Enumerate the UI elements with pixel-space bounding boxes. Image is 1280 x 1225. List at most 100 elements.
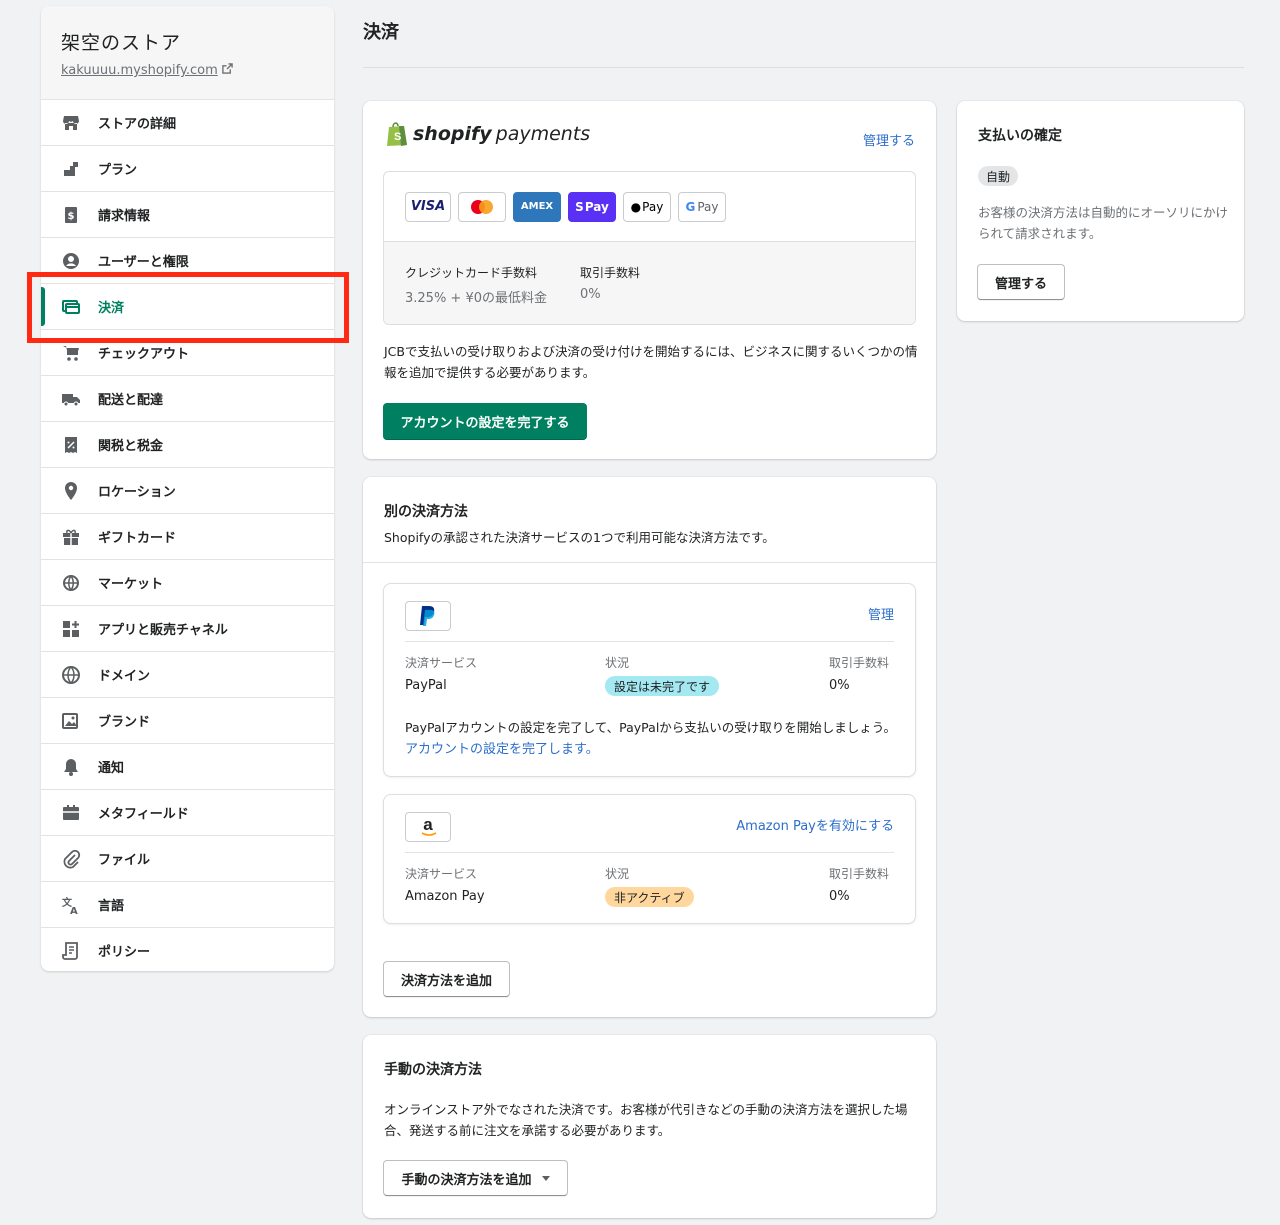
- sidebar-item-plan[interactable]: プラン: [41, 146, 334, 192]
- paypal-provider: 管理 決済サービス 状況 取引手数料 PayPal 設定は未完了です 0% Pa…: [383, 583, 916, 777]
- caret-down-icon: [541, 1175, 550, 1181]
- page-title: 決済: [363, 22, 399, 43]
- amazon-divider: [405, 852, 894, 853]
- sidebar-item-label: ポリシー: [98, 945, 151, 960]
- credit-fee-label: クレジットカード手数料: [405, 266, 538, 280]
- svg-text:$: $: [68, 211, 75, 222]
- sidebar-item-truck[interactable]: 配送と配達: [41, 376, 334, 422]
- capture-mode-badge: 自動: [978, 166, 1019, 186]
- sidebar-item-label: ストアの詳細: [98, 117, 177, 132]
- sidebar-item-payments[interactable]: 決済: [41, 284, 334, 330]
- sidebar-item-store[interactable]: ストアの詳細: [41, 100, 334, 146]
- store-url-link[interactable]: kakuuuu.myshopify.com: [61, 63, 314, 78]
- sidebar-item-bell[interactable]: 通知: [41, 744, 334, 790]
- logo-word-payments: payments: [495, 123, 591, 145]
- sidebar-item-paperclip[interactable]: ファイル: [41, 836, 334, 882]
- paypal-manage-link[interactable]: 管理: [868, 604, 894, 623]
- apple-logo-icon: ●: [630, 199, 642, 214]
- sidebar-item-label: ギフトカード: [98, 531, 177, 546]
- amazon-pay-provider: a Amazon Payを有効にする 決済サービス 状況 取引手数料 Amazo…: [383, 794, 916, 924]
- paypal-divider: [405, 641, 894, 642]
- store-url-text[interactable]: kakuuuu.myshopify.com: [61, 63, 218, 78]
- paypal-service-header: 決済サービス: [405, 656, 478, 670]
- shop-pay-symbol: S: [575, 199, 584, 214]
- alternative-payments-header: 別の決済方法 Shopifyの承認された決済サービスの1つで利用可能な決済方法で…: [363, 477, 936, 563]
- sidebar-item-label: 関税と税金: [98, 439, 164, 454]
- shopify-payments-logo: S shopify payments: [385, 121, 590, 147]
- alternative-payments-subtitle: Shopifyの承認された決済サービスの1つで利用可能な決済方法です。: [384, 530, 775, 545]
- payment-capture-description: お客様の決済方法は自動的にオーソリにかけられて請求されます。: [978, 205, 1229, 241]
- sidebar-item-label: ドメイン: [98, 669, 151, 684]
- paypal-fee-header: 取引手数料: [829, 656, 890, 670]
- sidebar-item-gift[interactable]: ギフトカード: [41, 514, 334, 560]
- cart-icon: [61, 343, 81, 363]
- mastercard-icon: [458, 191, 506, 222]
- sidebar-item-label: ユーザーと権限: [98, 255, 189, 270]
- billing-icon: $: [61, 205, 81, 225]
- gift-icon: [61, 527, 81, 547]
- sidebar-item-location[interactable]: ロケーション: [41, 468, 334, 514]
- capture-manage-button[interactable]: 管理する: [977, 264, 1065, 300]
- sidebar-item-brand[interactable]: ブランド: [41, 698, 334, 744]
- add-payment-method-button[interactable]: 決済方法を追加: [383, 961, 510, 997]
- shopify-payments-card: S shopify payments 管理する VISA AMEX S Pay ●…: [363, 101, 936, 459]
- amazon-service-name: Amazon Pay: [405, 889, 485, 904]
- store-name: 架空のストア: [61, 32, 182, 54]
- sidebar-item-user[interactable]: ユーザーと権限: [41, 238, 334, 284]
- manual-payments-title: 手動の決済方法: [384, 1062, 482, 1078]
- add-manual-payment-button[interactable]: 手動の決済方法を追加: [383, 1160, 568, 1196]
- bell-icon: [61, 757, 81, 777]
- settings-sidebar: 架空のストア kakuuuu.myshopify.com ストアの詳細プラン $ 請…: [41, 6, 334, 971]
- sidebar-item-apps[interactable]: アプリと販売チャネル: [41, 606, 334, 652]
- language-icon: 文A: [61, 895, 81, 915]
- sidebar-item-metafield[interactable]: メタフィールド: [41, 790, 334, 836]
- amazon-fee-header: 取引手数料: [829, 867, 890, 881]
- sidebar-item-domain[interactable]: ドメイン: [41, 652, 334, 698]
- svg-text:S: S: [394, 131, 401, 143]
- amazon-status-header: 状況: [605, 867, 630, 881]
- amazon-fee-value: 0%: [829, 889, 850, 904]
- sidebar-item-label: ブランド: [98, 715, 151, 730]
- google-g-icon: G: [685, 199, 696, 214]
- shop-pay-icon: S Pay: [568, 191, 616, 222]
- title-divider: [363, 67, 1244, 68]
- sidebar-item-globe[interactable]: マーケット: [41, 560, 334, 606]
- paypal-description: PayPalアカウントの設定を完了して、PayPalから支払いの受け取りを開始し…: [405, 717, 900, 760]
- paypal-status-header: 状況: [605, 656, 630, 670]
- sidebar-item-label: 請求情報: [98, 209, 151, 224]
- globe-icon: [61, 573, 81, 593]
- shopify-payments-description: JCBで支払いの受け取りおよび決済の受け付けを開始するには、ビジネスに関するいく…: [384, 344, 918, 380]
- amazon-status-badge: 非アクティブ: [605, 887, 694, 907]
- location-icon: [61, 481, 81, 501]
- sidebar-item-label: アプリと販売チャネル: [98, 623, 228, 638]
- sidebar-item-label: 配送と配達: [98, 393, 164, 408]
- sidebar-item-label: メタフィールド: [98, 807, 189, 822]
- sidebar-item-tax[interactable]: 関税と税金: [41, 422, 334, 468]
- manual-payments-card: 手動の決済方法 オンラインストア外でなされた決済です。お客様が代引きなどの手動の…: [363, 1035, 936, 1218]
- enable-amazon-pay-link[interactable]: Amazon Payを有効にする: [736, 815, 894, 834]
- paypal-status-badge: 設定は未完了です: [605, 676, 720, 696]
- google-pay-label: Pay: [697, 199, 719, 214]
- sidebar-item-policy[interactable]: ポリシー: [41, 928, 334, 971]
- store-header: 架空のストア kakuuuu.myshopify.com: [41, 6, 334, 100]
- fees-row: クレジットカード手数料 3.25% + ¥0の最低料金 取引手数料 0%: [384, 242, 915, 324]
- truck-icon: [61, 389, 81, 409]
- paypal-complete-setup-link[interactable]: アカウントの設定を完了します。: [405, 742, 599, 757]
- payment-capture-card: 支払いの確定 自動 お客様の決済方法は自動的にオーソリにかけられて請求されます。…: [957, 101, 1244, 321]
- shopify-payments-manage-link[interactable]: 管理する: [863, 130, 915, 149]
- sidebar-item-billing[interactable]: $ 請求情報: [41, 192, 334, 238]
- store-icon: [61, 113, 81, 133]
- payments-icon: [61, 297, 81, 317]
- sidebar-item-label: 決済: [98, 301, 125, 316]
- payment-methods-box: VISA AMEX S Pay ● Pay G Pay クレジットカード手数料 3.2…: [383, 171, 916, 325]
- sidebar-item-language[interactable]: 文 A 言語: [41, 882, 334, 928]
- user-icon: [61, 251, 81, 271]
- domain-icon: [61, 665, 81, 685]
- amazon-logo-icon: a: [405, 812, 451, 842]
- paypal-fee-value: 0%: [829, 678, 850, 693]
- sidebar-item-cart[interactable]: チェックアウト: [41, 330, 334, 376]
- metafield-icon: [61, 803, 81, 823]
- complete-account-setup-button[interactable]: アカウントの設定を完了する: [383, 403, 587, 440]
- apple-pay-label: Pay: [642, 199, 664, 214]
- visa-icon: VISA: [405, 191, 451, 222]
